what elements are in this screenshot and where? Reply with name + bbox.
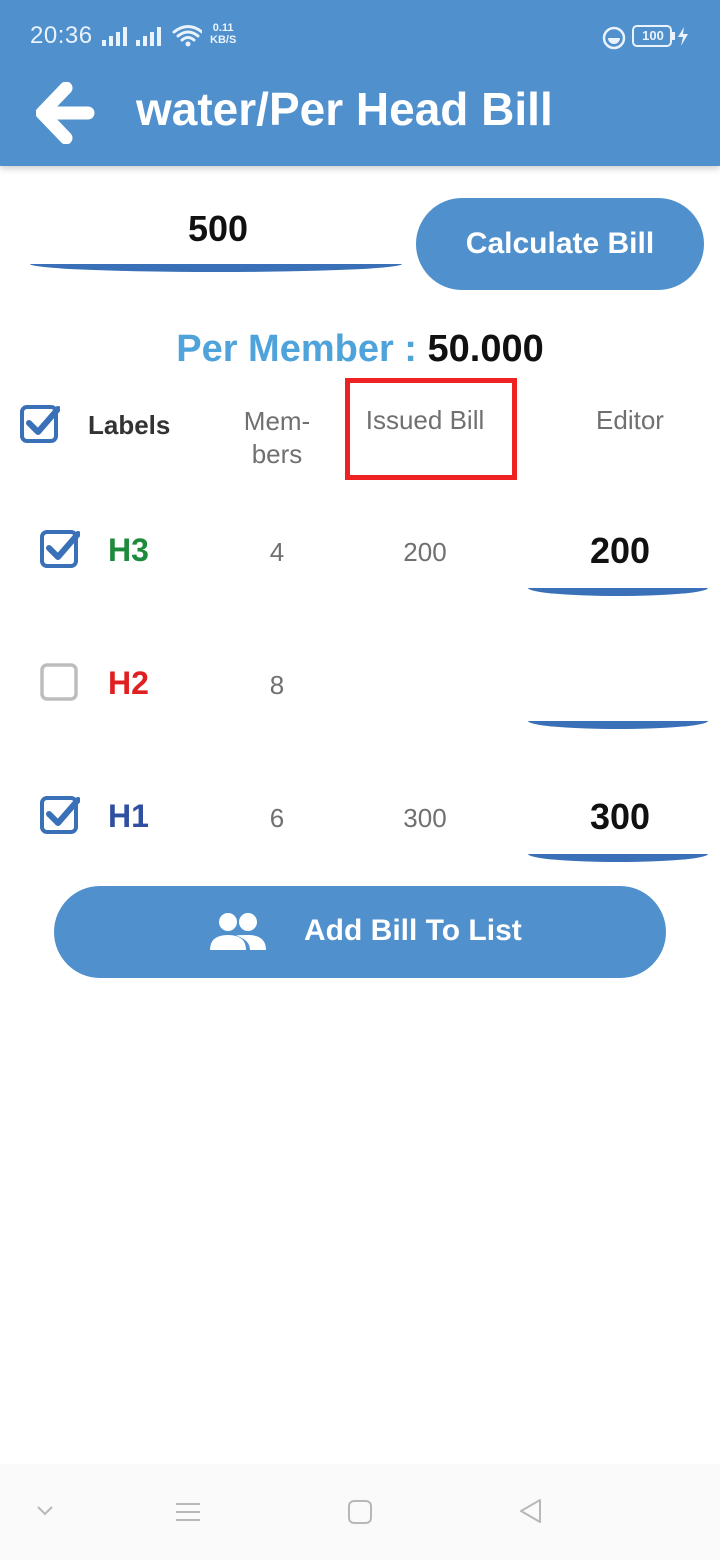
back-triangle-icon[interactable] [516,1496,546,1526]
row-label-h3: H3 [108,532,149,568]
arrow-left-icon [35,81,95,145]
row-editor-underline-h2 [528,721,708,729]
row-editor-input-h1[interactable] [528,786,712,848]
add-bill-label: Add Bill To List [304,914,522,947]
row-checkbox-h1[interactable] [40,794,80,834]
status-circle-icon [602,26,626,50]
row-editor-input-h2[interactable] [528,653,712,715]
network-speed: 0.11 KB/S [210,22,236,46]
people-icon [210,913,266,950]
speed-unit: KB/S [210,34,237,46]
calculate-bill-button[interactable]: Calculate Bill [416,198,704,290]
per-member-summary: Per Member : 50.000 [0,328,720,371]
header-members: Mem- bers [222,405,332,471]
row-checkbox-h3[interactable] [40,528,80,568]
header-labels: Labels [88,410,171,440]
signal-wifi-icons [102,25,202,47]
chevron-down-icon[interactable] [34,1500,56,1522]
add-bill-to-list-button[interactable]: Add Bill To List [54,886,666,978]
page-title: water/Per Head Bill [136,83,553,135]
row-issued-bill-h3: 200 [403,537,447,567]
system-nav-bar [0,1464,720,1560]
bill-amount-input[interactable] [28,196,408,262]
app-bar: 20:36 0.11 KB/S 100 water/Per Head Bill [0,0,720,166]
row-issued-bill-h1: 300 [403,803,447,833]
per-member-label: Per Member : [176,328,428,370]
per-member-value: 50.000 [427,328,544,370]
back-button[interactable] [35,81,96,145]
row-label-h2: H2 [108,665,149,701]
row-label-h1: H1 [108,798,149,834]
header-members-line1: Mem- [243,406,311,436]
highlight-box [345,378,517,480]
header-editor: Editor [596,405,664,435]
row-members-h1: 6 [269,803,285,833]
row-members-h2: 8 [269,670,285,700]
menu-icon[interactable] [174,1498,202,1526]
row-editor-underline-h1 [528,854,708,862]
battery-level: 100 [642,28,664,43]
row-checkbox-h2[interactable] [40,661,80,701]
home-square-icon[interactable] [346,1498,374,1526]
header-members-line2: bers [251,439,303,469]
row-editor-underline-h3 [528,588,708,596]
speed-value: 0.11 [212,22,234,34]
bill-amount-underline [30,264,402,272]
row-members-h3: 4 [269,537,285,567]
row-editor-input-h3[interactable] [528,520,712,582]
select-all-checkbox[interactable] [20,403,60,443]
status-time: 20:36 [30,22,93,49]
